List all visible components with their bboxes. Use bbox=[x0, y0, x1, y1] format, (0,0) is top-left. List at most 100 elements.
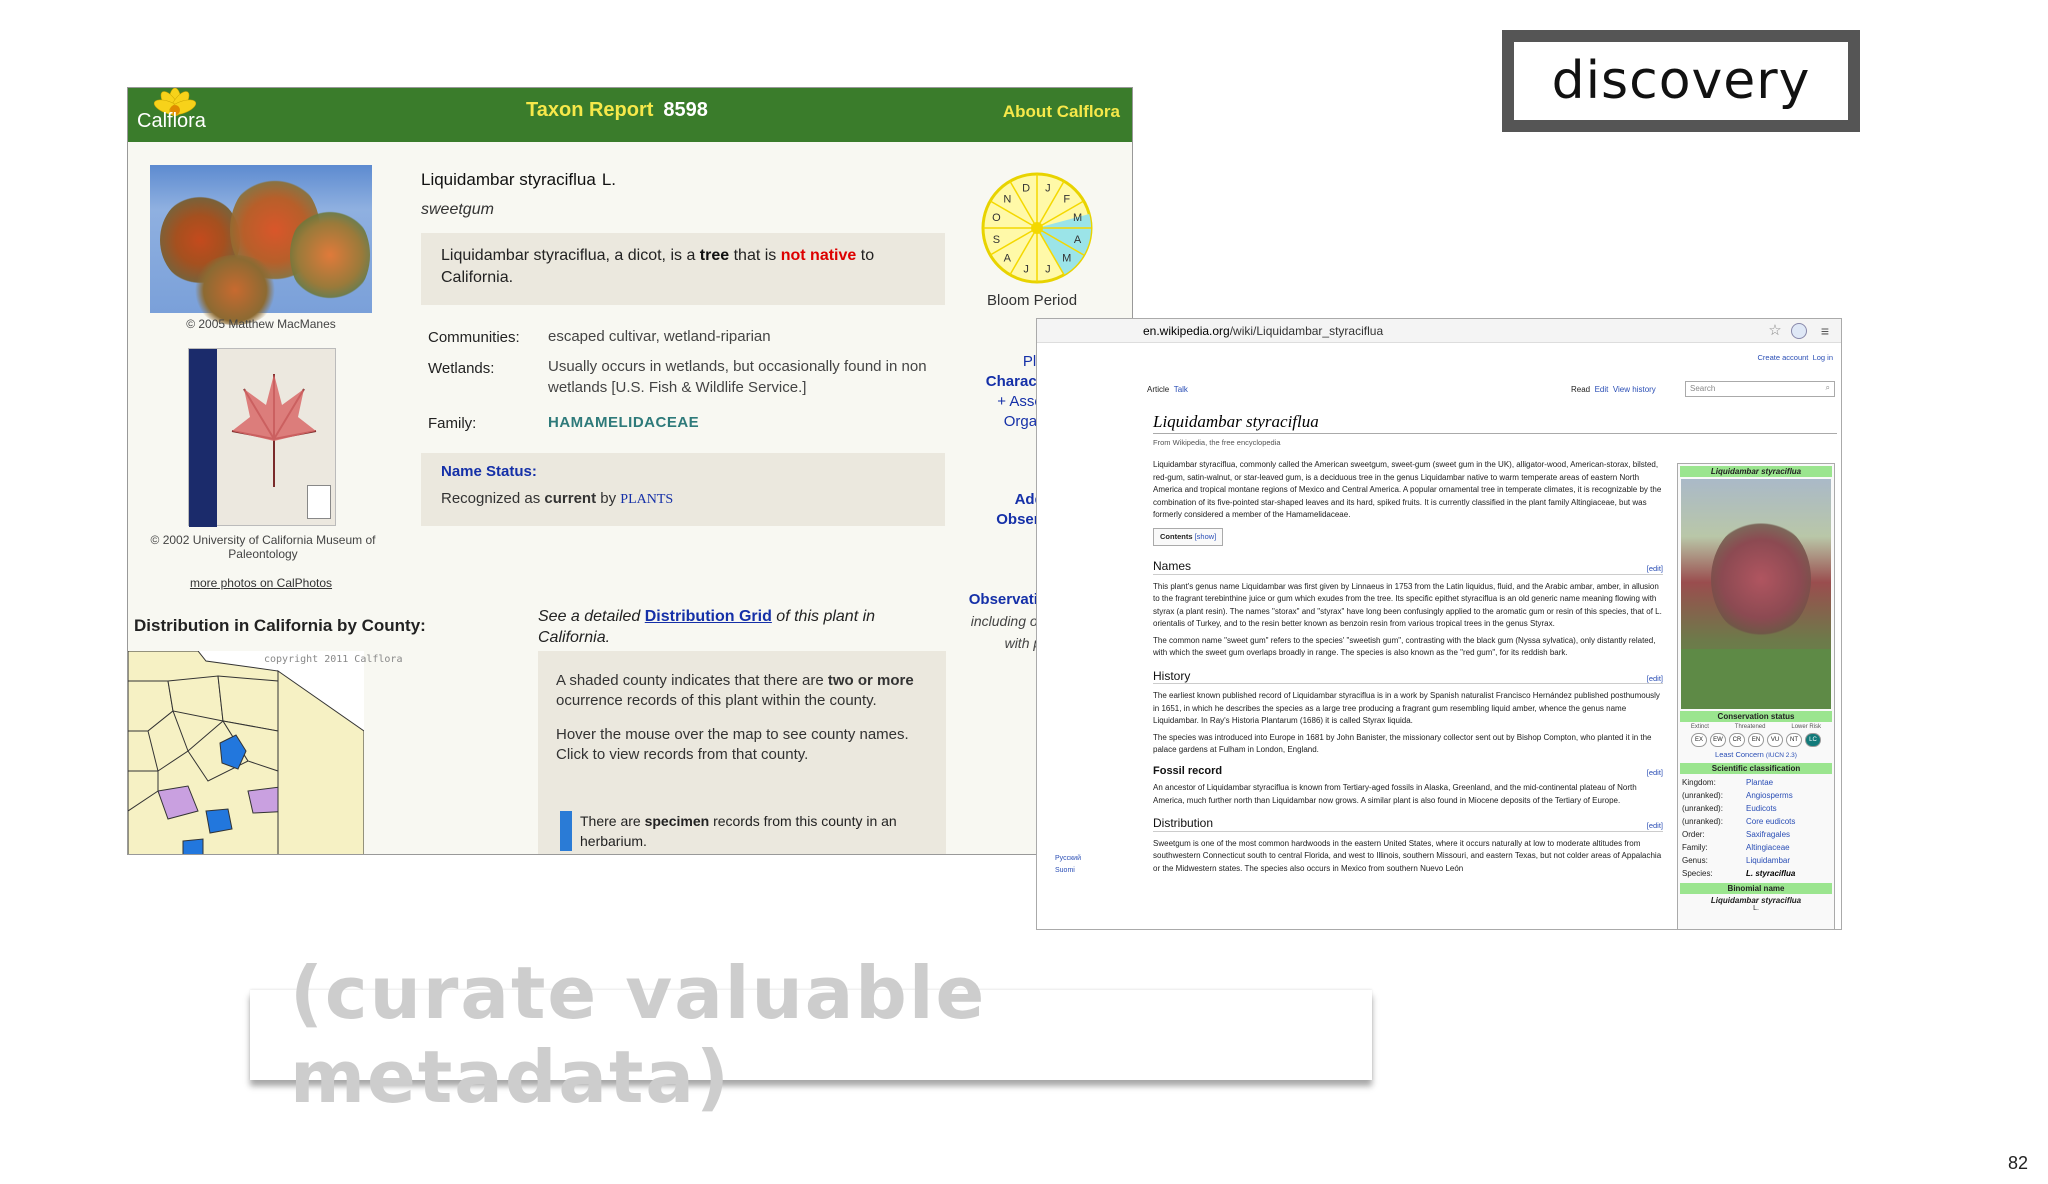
fossil-paragraph: An ancestor of Liquidambar styraciflua i… bbox=[1153, 783, 1637, 805]
sweetgum-leaf-specimen-photo[interactable] bbox=[188, 348, 336, 527]
lang-link-russian[interactable]: Русский bbox=[1055, 853, 1081, 865]
desc-not-native: not native bbox=[780, 247, 857, 264]
url-text[interactable]: en.wikipedia.org/wiki/Liquidambar_styrac… bbox=[1143, 324, 1383, 338]
intro-paragraph: Liquidambar styraciflua, commonly called… bbox=[1153, 460, 1662, 519]
classification-row: Kingdom: Plantae bbox=[1678, 776, 1834, 789]
name-status-value: Recognized as current by PLANTS bbox=[441, 490, 925, 508]
toc-show-link[interactable]: [show] bbox=[1195, 532, 1217, 541]
california-county-map[interactable] bbox=[128, 651, 364, 854]
log-in-link[interactable]: Log in bbox=[1813, 353, 1833, 362]
cons-code-vu[interactable]: VU bbox=[1767, 733, 1783, 747]
shade-bold: two or more bbox=[827, 672, 914, 689]
menu-icon[interactable]: ≡ bbox=[1817, 323, 1833, 339]
edit-link[interactable]: [edit] bbox=[1647, 673, 1663, 686]
distribution-grid-link[interactable]: Distribution Grid bbox=[645, 608, 772, 625]
cons-code-cr[interactable]: CR bbox=[1729, 733, 1745, 747]
tab-read[interactable]: Read bbox=[1571, 385, 1590, 394]
taxon-link[interactable]: Saxifragales bbox=[1746, 828, 1790, 841]
common-name: sweetgum bbox=[421, 201, 494, 218]
rank-label: (unranked): bbox=[1682, 804, 1723, 813]
heading-fossil-record: Fossil record bbox=[1153, 764, 1223, 777]
cons-scale-labels: Extinct Threatened Lower Risk bbox=[1678, 724, 1834, 730]
scientific-classification-header: Scientific classification bbox=[1680, 763, 1832, 774]
desc-text-2: that is bbox=[729, 247, 781, 264]
search-placeholder: Search bbox=[1690, 384, 1716, 393]
cons-code-nt[interactable]: NT bbox=[1786, 733, 1802, 747]
taxon-link[interactable]: L. styraciflua bbox=[1746, 867, 1795, 880]
url-path: /wiki/Liquidambar_styraciflua bbox=[1229, 324, 1384, 338]
species-author: L. bbox=[601, 170, 616, 189]
shade-text: A shaded county indicates that there are… bbox=[556, 671, 928, 711]
species-binomial: Liquidambar styraciflua bbox=[421, 170, 596, 189]
taxon-link[interactable]: Eudicots bbox=[1746, 802, 1777, 815]
cons-code-ex[interactable]: EX bbox=[1691, 733, 1707, 747]
taxon-link[interactable]: Liquidambar bbox=[1746, 854, 1790, 867]
specimen-label bbox=[307, 485, 331, 519]
shade-pre: A shaded county indicates that there are bbox=[556, 672, 828, 689]
label-threatened: Threatened bbox=[1734, 724, 1766, 730]
map-copyright: copyright 2011 Calflora bbox=[264, 654, 403, 665]
least-concern-link[interactable]: Least Concern bbox=[1715, 750, 1764, 759]
cons-code-ew[interactable]: EW bbox=[1710, 733, 1726, 747]
tree-photo[interactable] bbox=[1681, 479, 1831, 709]
sweetgum-tree-photo[interactable] bbox=[150, 165, 372, 325]
edit-link[interactable]: [edit] bbox=[1647, 563, 1663, 576]
taxobox-title: Liquidambar styraciflua bbox=[1680, 466, 1832, 477]
bloom-month-label: O bbox=[992, 212, 1001, 224]
classification-rows: Kingdom: Plantae (unranked): Angiosperms (un… bbox=[1678, 776, 1834, 880]
tab-edit[interactable]: Edit bbox=[1595, 385, 1609, 394]
wiki-search-input[interactable]: Search ⌕ bbox=[1685, 381, 1835, 397]
section-distribution: Distribution [edit] bbox=[1153, 817, 1663, 832]
lang-link-finnish[interactable]: Suomi bbox=[1055, 865, 1081, 877]
shade-post: ocurrence records of this plant within t… bbox=[556, 692, 877, 709]
bookmark-star-icon[interactable]: ☆ bbox=[1767, 323, 1783, 339]
name-status-box: Name Status: Recognized as current by PL… bbox=[421, 453, 945, 526]
calflora-logo[interactable]: Calflora bbox=[132, 88, 222, 142]
bloom-month-label: J bbox=[1045, 264, 1051, 276]
rank-label: Kingdom: bbox=[1682, 778, 1716, 787]
search-icon[interactable]: ⌕ bbox=[1826, 383, 1830, 393]
classification-row: Species: L. styraciflua bbox=[1678, 867, 1834, 880]
family-value-link[interactable]: HAMAMELIDACEAE bbox=[548, 412, 699, 433]
label-lower-risk: Lower Risk bbox=[1791, 724, 1822, 730]
create-account-link[interactable]: Create account bbox=[1758, 353, 1809, 362]
edit-link[interactable]: [edit] bbox=[1647, 820, 1663, 833]
classification-row: (unranked): Core eudicots bbox=[1678, 815, 1834, 828]
history-paragraph-2: The species was introduced into Europe i… bbox=[1153, 732, 1652, 755]
cons-code-lc[interactable]: LC bbox=[1805, 733, 1821, 747]
tab-talk[interactable]: Talk bbox=[1174, 385, 1188, 394]
article-tagline: From Wikipedia, the free encyclopedia bbox=[1153, 438, 1281, 447]
toc-label: Contents bbox=[1160, 531, 1193, 541]
cons-code-en[interactable]: EN bbox=[1748, 733, 1764, 747]
taxon-link[interactable]: Core eudicots bbox=[1746, 815, 1795, 828]
article-title: Liquidambar styraciflua bbox=[1153, 412, 1319, 431]
taxon-report-title: Taxon Report 8598 bbox=[526, 99, 708, 122]
map-legend-box: A shaded county indicates that there are… bbox=[538, 651, 946, 854]
plants-link[interactable]: PLANTS bbox=[620, 492, 673, 507]
bloom-period-label: Bloom Period bbox=[987, 292, 1078, 309]
taxon-link[interactable]: Altingiaceae bbox=[1746, 841, 1790, 854]
history-paragraph-1: The earliest known published record of L… bbox=[1153, 691, 1660, 725]
more-photos-link[interactable]: more photos on CalPhotos bbox=[150, 576, 372, 590]
heading-names: Names bbox=[1153, 559, 1192, 573]
article-tabs: Article Talk bbox=[1147, 385, 1188, 394]
cons-status-value: Least Concern (IUCN 2.3) bbox=[1678, 750, 1834, 759]
edit-link[interactable]: [edit] bbox=[1647, 767, 1663, 780]
tab-article[interactable]: Article bbox=[1147, 385, 1169, 394]
taxon-link[interactable]: Plantae bbox=[1746, 776, 1773, 789]
rank-label: Species: bbox=[1682, 869, 1713, 878]
extension-icon[interactable] bbox=[1791, 323, 1807, 339]
about-calflora-link[interactable]: About Calflora bbox=[1003, 102, 1120, 122]
photo2-credit: © 2002 University of California Museum o… bbox=[150, 533, 376, 561]
iucn-ref[interactable]: (IUCN 2.3) bbox=[1766, 752, 1797, 759]
leaf-icon bbox=[231, 374, 317, 487]
browser-address-bar[interactable]: en.wikipedia.org/wiki/Liquidambar_styrac… bbox=[1037, 319, 1841, 343]
distribution-grid-text: See a detailed Distribution Grid of this… bbox=[538, 606, 938, 648]
communities-value: escaped cultivar, wetland-riparian bbox=[548, 328, 771, 345]
bloom-month-label: A bbox=[1074, 234, 1082, 246]
discovery-label: discovery bbox=[1514, 42, 1848, 120]
tab-view-history[interactable]: View history bbox=[1613, 385, 1656, 394]
specimen-color-swatch bbox=[560, 811, 572, 851]
taxon-link[interactable]: Angiosperms bbox=[1746, 789, 1793, 802]
calflora-header: Calflora Taxon Report 8598 About Calflora bbox=[128, 88, 1132, 142]
